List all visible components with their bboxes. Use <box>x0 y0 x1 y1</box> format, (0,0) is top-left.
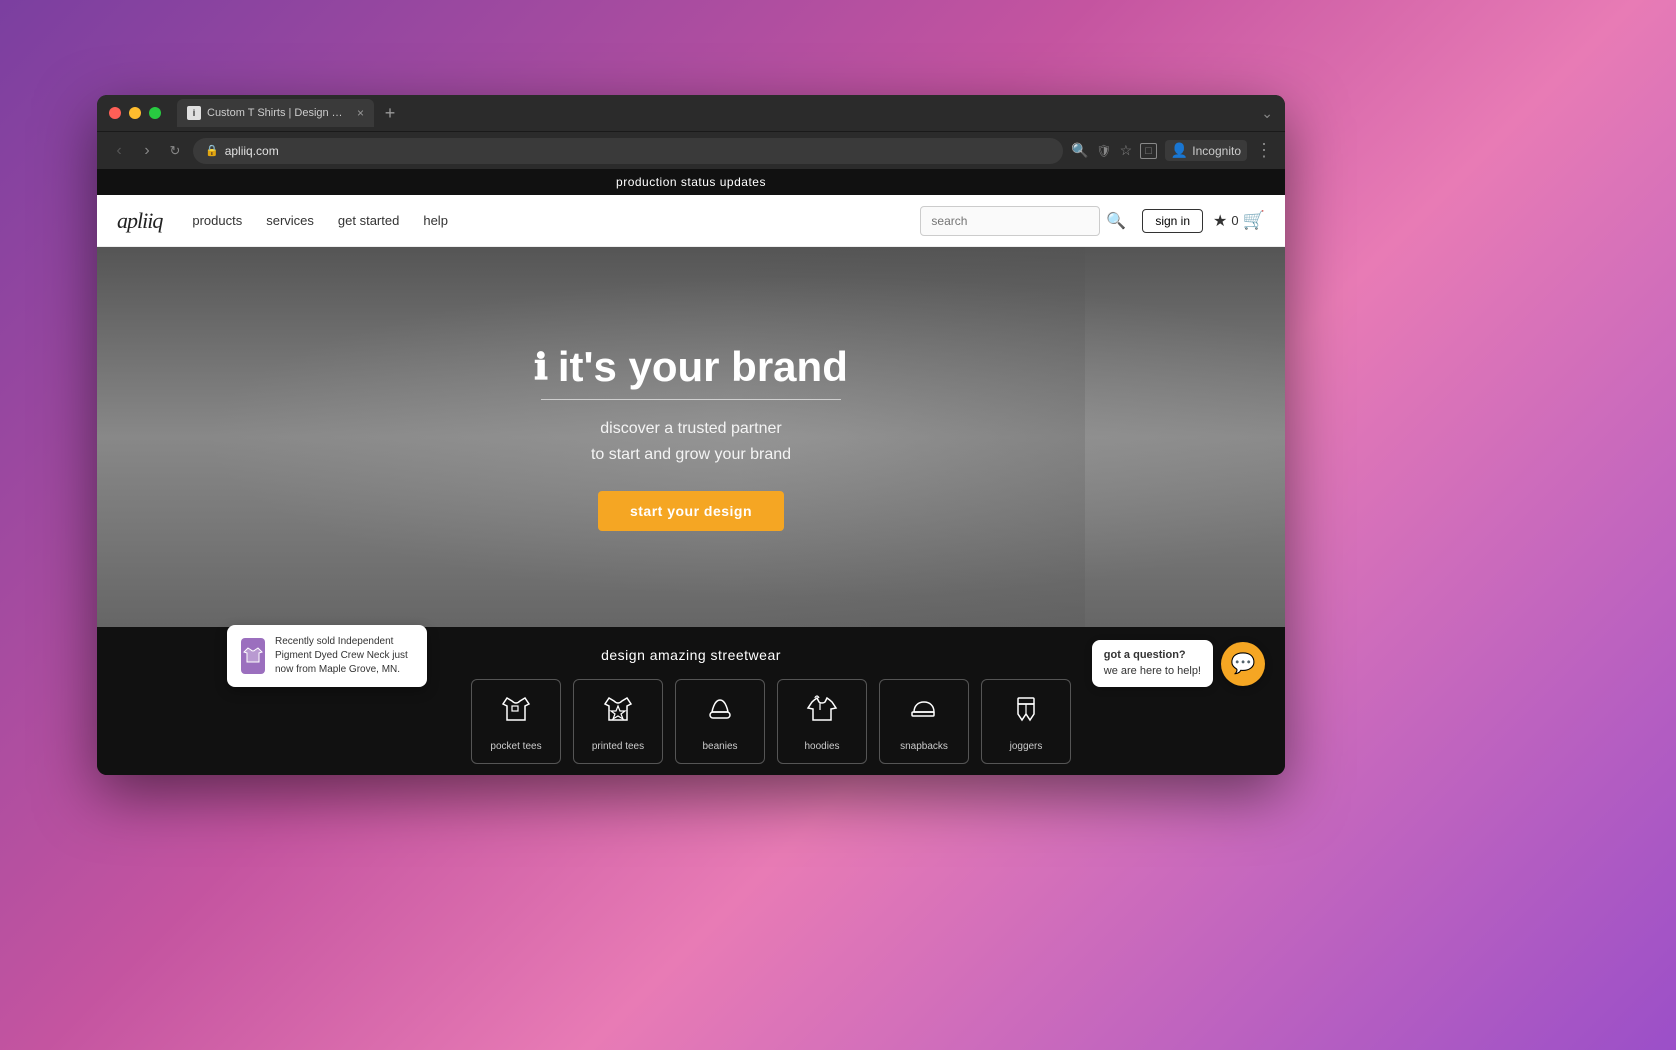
category-joggers[interactable]: joggers <box>981 679 1071 764</box>
site-logo[interactable]: apliiq <box>117 208 162 234</box>
joggers-icon <box>1008 692 1044 733</box>
browser-menu-button[interactable]: ⋮ <box>1255 140 1273 161</box>
window-expand-icon[interactable]: ⌄ <box>1261 105 1273 122</box>
nav-services[interactable]: services <box>266 213 314 228</box>
printed-tees-icon <box>600 692 636 733</box>
tab-view-icon[interactable]: □ <box>1140 143 1157 159</box>
hero-title-text: it's your brand <box>558 343 848 391</box>
new-tab-button[interactable]: + <box>378 101 402 125</box>
hero-title-icon: ℹ <box>534 346 548 388</box>
hoodies-icon <box>804 692 840 733</box>
cart-area: ★ 0 🛒 <box>1213 210 1265 231</box>
sign-in-button[interactable]: sign in <box>1142 209 1203 233</box>
nav-actions: sign in ★ 0 🛒 <box>1142 209 1265 233</box>
chat-title: got a question? <box>1104 648 1201 663</box>
incognito-label: Incognito <box>1192 144 1241 158</box>
minimize-window-button[interactable] <box>129 107 141 119</box>
favorites-icon[interactable]: ★ <box>1213 211 1227 231</box>
banner-text: production status updates <box>616 175 766 189</box>
incognito-avatar-icon: 👤 <box>1171 142 1188 159</box>
hero-content: ℹ it's your brand discover a trusted par… <box>534 343 848 531</box>
recently-sold-popup: Recently sold Independent Pigment Dyed C… <box>227 625 427 687</box>
pocket-tees-label: pocket tees <box>490 741 541 752</box>
tab-title: Custom T Shirts | Design Your <box>207 107 347 119</box>
chat-widget: got a question? we are here to help! 💬 <box>1092 640 1265 687</box>
incognito-badge: 👤 Incognito <box>1165 140 1247 161</box>
maximize-window-button[interactable] <box>149 107 161 119</box>
address-actions: 🔍 🛡 ☆ □ 👤 Incognito ⋮ <box>1071 140 1273 161</box>
pocket-tees-icon <box>498 692 534 733</box>
nav-links: products services get started help <box>192 213 920 228</box>
cart-count: 0 <box>1231 213 1238 228</box>
category-beanies[interactable]: beanies <box>675 679 765 764</box>
search-lens-icon[interactable]: 🔍 <box>1071 142 1088 159</box>
hero-subtitle-line2: to start and grow your brand <box>534 442 848 468</box>
printed-tees-label: printed tees <box>592 741 644 752</box>
snapbacks-label: snapbacks <box>900 741 948 752</box>
category-row: pocket tees printed tees <box>257 679 1285 764</box>
category-pocket-tees[interactable]: pocket tees <box>471 679 561 764</box>
tab-favicon: i <box>187 106 201 120</box>
search-input[interactable] <box>920 206 1100 236</box>
tab-close-button[interactable]: × <box>357 106 364 120</box>
bottom-section: design amazing streetwear pocket tees <box>97 627 1285 775</box>
hero-title: ℹ it's your brand <box>534 343 848 391</box>
extension-icon[interactable]: 🛡 <box>1096 144 1111 158</box>
search-submit-button[interactable]: 🔍 <box>1106 211 1126 231</box>
chat-open-button[interactable]: 💬 <box>1221 642 1265 686</box>
chat-subtitle: we are here to help! <box>1104 664 1201 679</box>
beanies-icon <box>702 692 738 733</box>
category-snapbacks[interactable]: snapbacks <box>879 679 969 764</box>
top-banner: production status updates <box>97 169 1285 195</box>
reload-button[interactable]: ↻ <box>165 143 185 159</box>
hoodies-label: hoodies <box>804 741 839 752</box>
nav-get-started[interactable]: get started <box>338 213 399 228</box>
nav-products[interactable]: products <box>192 213 242 228</box>
category-printed-tees[interactable]: printed tees <box>573 679 663 764</box>
address-bar: ‹ › ↻ 🔒 apliiq.com 🔍 🛡 ☆ □ 👤 Incognito ⋮ <box>97 131 1285 169</box>
tab-area: i Custom T Shirts | Design Your × + <box>177 99 402 127</box>
forward-button[interactable]: › <box>137 142 157 160</box>
navigation: apliiq products services get started hel… <box>97 195 1285 247</box>
chat-bubble: got a question? we are here to help! <box>1092 640 1213 687</box>
lock-icon: 🔒 <box>205 144 219 157</box>
hero-subtitle: discover a trusted partner to start and … <box>534 416 848 467</box>
sold-thumbnail <box>241 638 265 674</box>
hero-subtitle-line1: discover a trusted partner <box>534 416 848 442</box>
hero-divider <box>541 399 841 400</box>
back-button[interactable]: ‹ <box>109 142 129 160</box>
beanies-label: beanies <box>702 741 737 752</box>
hero-section: ℹ it's your brand discover a trusted par… <box>97 247 1285 627</box>
active-tab[interactable]: i Custom T Shirts | Design Your × <box>177 99 374 127</box>
browser-window: i Custom T Shirts | Design Your × + ⌄ ‹ … <box>97 95 1285 775</box>
hero-cta-button[interactable]: start your design <box>598 491 784 531</box>
site-content: production status updates apliiq product… <box>97 169 1285 775</box>
url-display: apliiq.com <box>225 144 279 158</box>
address-input[interactable]: 🔒 apliiq.com <box>193 138 1063 164</box>
title-bar: i Custom T Shirts | Design Your × + ⌄ <box>97 95 1285 131</box>
cart-icon[interactable]: 🛒 <box>1243 210 1265 231</box>
nav-help[interactable]: help <box>423 213 448 228</box>
joggers-label: joggers <box>1010 741 1043 752</box>
search-area: 🔍 <box>920 206 1126 236</box>
category-hoodies[interactable]: hoodies <box>777 679 867 764</box>
recently-sold-text: Recently sold Independent Pigment Dyed C… <box>275 635 413 677</box>
snapbacks-icon <box>906 692 942 733</box>
bookmark-icon[interactable]: ☆ <box>1120 142 1133 159</box>
close-window-button[interactable] <box>109 107 121 119</box>
